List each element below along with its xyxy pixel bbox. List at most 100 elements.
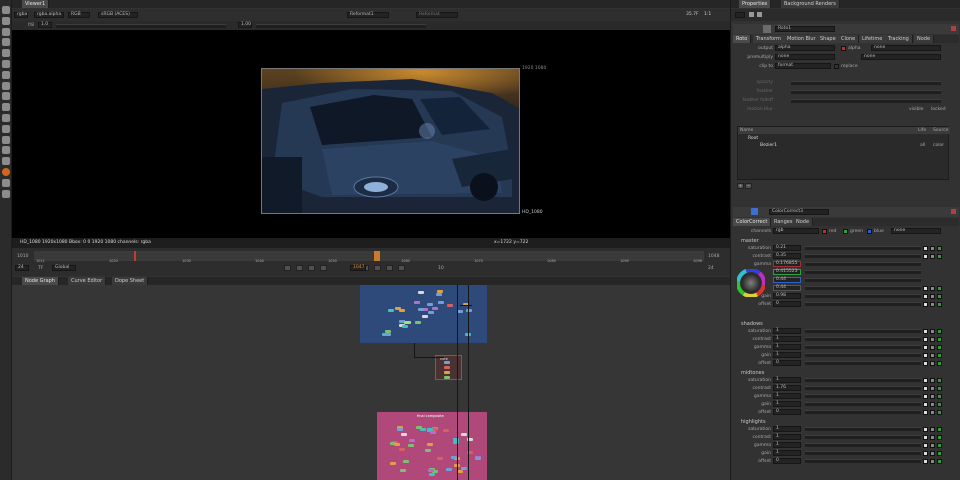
graph-node[interactable] xyxy=(402,325,408,328)
color-picker-icon[interactable] xyxy=(937,254,942,259)
tab-clone[interactable]: Clone xyxy=(838,35,860,43)
color-picker-icon[interactable] xyxy=(937,402,942,407)
graph-node[interactable] xyxy=(418,308,424,311)
color-picker-icon[interactable] xyxy=(937,386,942,391)
color-picker-icon[interactable] xyxy=(937,302,942,307)
color-wheel[interactable] xyxy=(737,269,765,297)
color-swatch-icon[interactable] xyxy=(923,345,928,350)
replace-checkbox[interactable] xyxy=(834,64,839,69)
color-picker-icon[interactable] xyxy=(937,378,942,383)
graph-node[interactable] xyxy=(425,449,431,452)
animation-icon[interactable] xyxy=(930,378,935,383)
feather-slider[interactable] xyxy=(791,90,941,94)
graph-node[interactable] xyxy=(428,469,434,472)
node-color-icon[interactable] xyxy=(763,25,771,33)
graph-node[interactable] xyxy=(432,307,438,310)
in-marker[interactable] xyxy=(134,251,136,261)
master-gamma-field[interactable]: 0.415523 xyxy=(773,269,801,275)
shadows-gain-slider[interactable] xyxy=(805,353,921,357)
animation-icon[interactable] xyxy=(930,402,935,407)
scope-select[interactable]: Global xyxy=(52,265,76,271)
graph-node[interactable] xyxy=(399,448,405,451)
node-graph-canvas[interactable]: note final composite xyxy=(12,285,730,480)
animation-icon[interactable] xyxy=(930,435,935,440)
col-life[interactable]: Life xyxy=(918,128,926,133)
animation-icon[interactable] xyxy=(930,302,935,307)
shadows-saturation-slider[interactable] xyxy=(805,329,921,333)
tab-roto[interactable]: Roto xyxy=(733,35,752,43)
highlights-offset-field[interactable]: 0 xyxy=(773,458,801,464)
midtones-contrast-field[interactable]: 1.76 xyxy=(773,385,801,391)
channel-select[interactable]: rgba.alpha xyxy=(34,12,64,18)
midtones-gamma-slider[interactable] xyxy=(805,394,921,398)
feather-falloff-slider[interactable] xyxy=(791,99,941,103)
highlights-saturation-slider[interactable] xyxy=(805,427,921,431)
graph-node[interactable] xyxy=(430,431,436,434)
color-picker-icon[interactable] xyxy=(937,353,942,358)
zoom-label[interactable]: 35.7F xyxy=(686,12,699,17)
midtones-gain-field[interactable]: 1 xyxy=(773,401,801,407)
color-picker-icon[interactable] xyxy=(937,361,942,366)
color-icon[interactable] xyxy=(2,49,10,58)
node-color-icon[interactable] xyxy=(751,208,758,215)
graph-node[interactable] xyxy=(461,433,467,436)
animation-icon[interactable] xyxy=(930,410,935,415)
highlights-saturation-field[interactable]: 1 xyxy=(773,426,801,432)
graph-node[interactable] xyxy=(416,426,422,429)
midtones-saturation-slider[interactable] xyxy=(805,378,921,382)
furnace-icon[interactable] xyxy=(2,178,10,187)
filter-icon[interactable] xyxy=(2,60,10,68)
color-swatch-icon[interactable] xyxy=(923,459,928,464)
highlights-gain-field[interactable]: 1 xyxy=(773,450,801,456)
timeline-end[interactable]: 1048 xyxy=(708,254,719,259)
step-label[interactable]: 10 xyxy=(438,266,444,271)
highlights-gamma-slider[interactable] xyxy=(805,443,921,447)
channel-icon[interactable] xyxy=(2,81,10,90)
clip-to-select[interactable]: format xyxy=(775,63,831,69)
master-saturation-slider[interactable] xyxy=(805,246,921,250)
col-name[interactable]: Name xyxy=(740,128,753,133)
master-contrast-slider[interactable] xyxy=(805,254,921,258)
fps-field[interactable]: 24 xyxy=(15,265,29,271)
tf-label[interactable]: TF xyxy=(38,266,43,271)
views-icon[interactable] xyxy=(2,135,10,144)
color-picker-icon[interactable] xyxy=(937,443,942,448)
master-offset-field[interactable]: 0 xyxy=(773,301,801,307)
color-swatch-icon[interactable] xyxy=(923,246,928,251)
color-picker-icon[interactable] xyxy=(937,427,942,432)
green-checkbox[interactable] xyxy=(843,229,848,234)
master-contrast-field[interactable]: 0.35 xyxy=(773,253,801,259)
color-picker-icon[interactable] xyxy=(937,286,942,291)
highlights-offset-slider[interactable] xyxy=(805,459,921,463)
animation-icon[interactable] xyxy=(930,451,935,456)
timeline-ruler[interactable] xyxy=(34,251,704,261)
red-checkbox[interactable] xyxy=(822,229,827,234)
tab-transform[interactable]: Transform xyxy=(753,35,785,43)
tab-background-renders[interactable]: Background Renders xyxy=(781,0,840,8)
color-swatch-icon[interactable] xyxy=(923,427,928,432)
animation-icon[interactable] xyxy=(930,427,935,432)
particle-icon[interactable] xyxy=(2,114,10,122)
color-swatch-icon[interactable] xyxy=(923,386,928,391)
graph-node[interactable] xyxy=(390,462,396,465)
graph-node[interactable] xyxy=(408,444,414,447)
color-swatch-icon[interactable] xyxy=(923,410,928,415)
tab-lifetime[interactable]: Lifetime xyxy=(859,35,887,43)
viewer-canvas[interactable]: 1920 1080 HD_1080 xyxy=(12,30,730,238)
color-swatch-icon[interactable] xyxy=(923,286,928,291)
current-frame-field[interactable]: 1047 xyxy=(350,265,366,271)
output-extra-select[interactable]: none xyxy=(871,45,941,51)
graph-node[interactable] xyxy=(429,473,435,476)
premultiply-extra-select[interactable]: none xyxy=(861,54,941,60)
color-picker-icon[interactable] xyxy=(937,394,942,399)
graph-node[interactable] xyxy=(466,309,472,312)
midtones-section-title[interactable]: midtones xyxy=(741,370,764,376)
roto-curves-list[interactable]: Name Life Source Root Bezier1 all color xyxy=(737,126,950,180)
gamma-field[interactable]: 1.00 xyxy=(238,22,252,28)
color-picker-icon[interactable] xyxy=(937,246,942,251)
tab-tracking[interactable]: Tracking xyxy=(885,35,913,43)
midtones-saturation-field[interactable]: 1 xyxy=(773,377,801,383)
lock-icon[interactable] xyxy=(749,12,754,17)
master-gamma-field[interactable]: 0.44 xyxy=(773,285,801,291)
color-picker-icon[interactable] xyxy=(937,410,942,415)
